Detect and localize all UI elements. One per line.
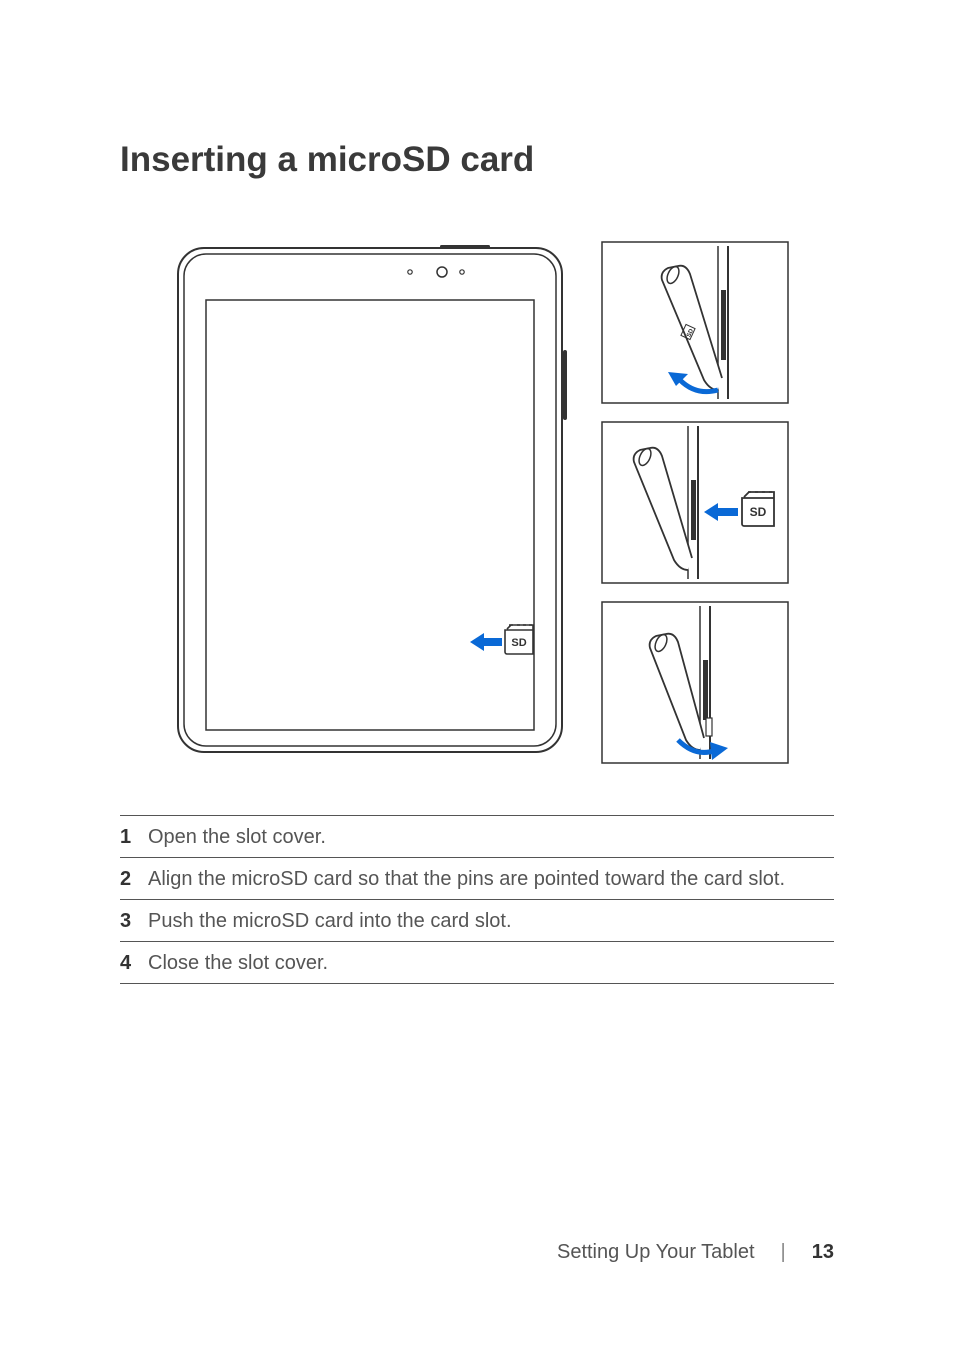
footer-page-number: 13 <box>812 1241 834 1264</box>
manual-page: Inserting a microSD card SD <box>0 0 954 1354</box>
detail-panel-insert-card: SD <box>600 420 790 585</box>
step-number: 1 <box>120 826 134 849</box>
figure-area: SD <box>170 240 834 765</box>
sd-label-panel2: SD <box>750 505 767 519</box>
page-footer: Setting Up Your Tablet | 13 <box>557 1241 834 1264</box>
step-row: 1 Open the slot cover. <box>120 816 834 858</box>
step-text: Open the slot cover. <box>148 826 326 849</box>
sd-label-main: SD <box>511 637 526 649</box>
detail-panel-close-cover <box>600 600 790 765</box>
footer-section: Setting Up Your Tablet <box>557 1241 755 1264</box>
instruction-steps: 1 Open the slot cover. 2 Align the micro… <box>120 815 834 984</box>
step-text: Close the slot cover. <box>148 952 328 975</box>
step-row: 4 Close the slot cover. <box>120 942 834 984</box>
step-number: 3 <box>120 910 134 933</box>
step-row: 3 Push the microSD card into the card sl… <box>120 900 834 942</box>
detail-panel-open-cover: SD <box>600 240 790 405</box>
step-text: Align the microSD card so that the pins … <box>148 868 785 891</box>
step-number: 4 <box>120 952 134 975</box>
tablet-front-diagram: SD <box>170 240 570 760</box>
footer-divider: | <box>781 1241 786 1264</box>
step-number: 2 <box>120 868 134 891</box>
page-title: Inserting a microSD card <box>120 140 834 180</box>
detail-panels: SD SD <box>600 240 790 765</box>
step-row: 2 Align the microSD card so that the pin… <box>120 858 834 900</box>
step-text: Push the microSD card into the card slot… <box>148 910 512 933</box>
